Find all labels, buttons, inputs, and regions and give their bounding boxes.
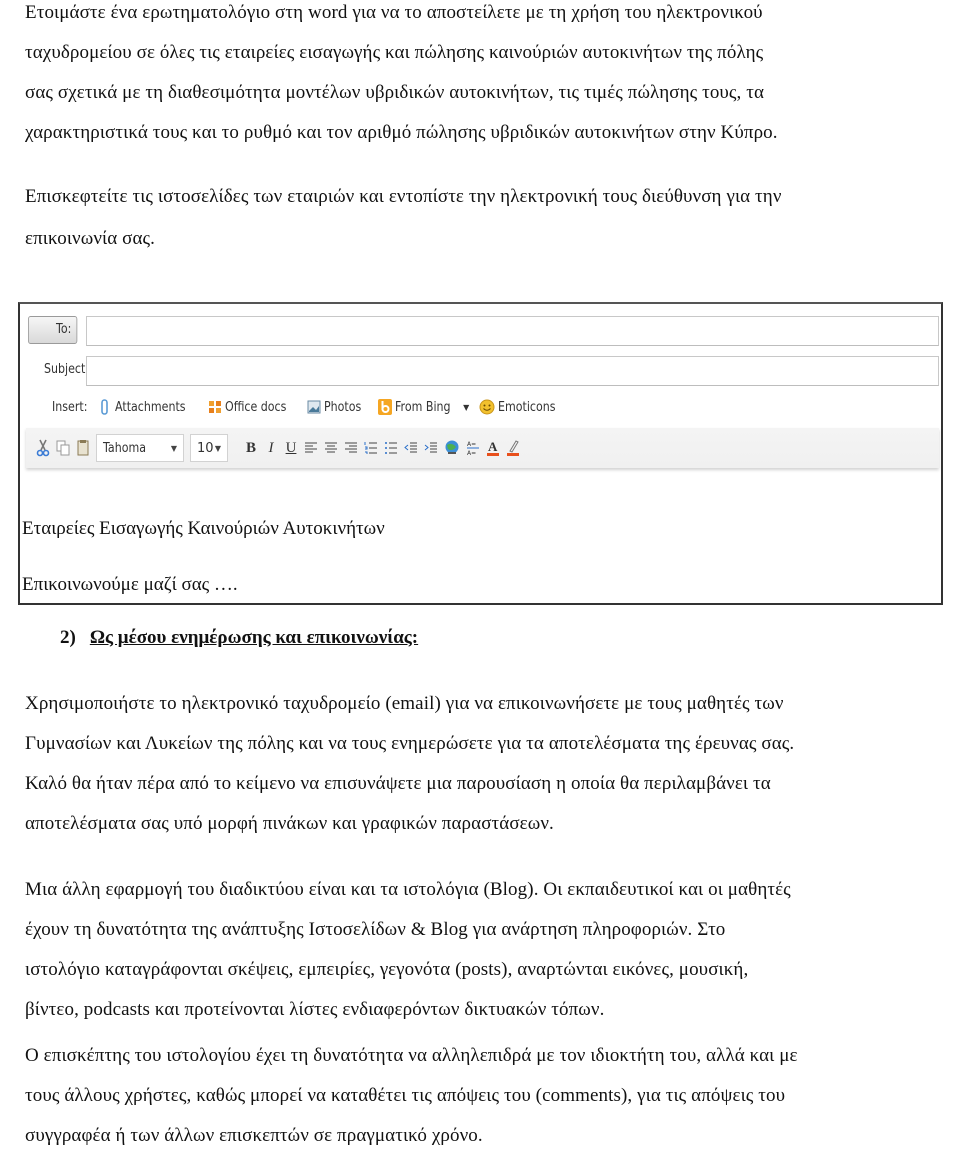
align-right-icon[interactable] <box>344 441 358 455</box>
bold-button[interactable]: B <box>244 440 258 457</box>
decrease-indent-icon[interactable] <box>404 441 418 455</box>
office-docs-icon <box>208 401 221 413</box>
insert-link-icon[interactable] <box>444 439 460 457</box>
text-line: Γυμνασίων και Λυκείων της πόλης και να τ… <box>25 733 795 754</box>
section-number: 2) <box>60 627 76 648</box>
increase-indent-icon[interactable] <box>424 441 438 455</box>
insert-label: Insert: <box>52 399 88 415</box>
text-line: ιστολόγιο καταγράφονται σκέψεις, εμπειρί… <box>25 959 749 980</box>
insert-photos-button[interactable]: Photos <box>307 399 368 415</box>
bullet-list-icon[interactable] <box>384 441 398 455</box>
insert-item-label: Emoticons <box>498 399 556 415</box>
text-line: επικοινωνία σας. <box>25 228 156 249</box>
copy-icon[interactable] <box>56 438 70 458</box>
text-line: Ο επισκέπτης του ιστολογίου έχει τη δυνα… <box>25 1045 798 1066</box>
to-field[interactable] <box>86 316 939 346</box>
text-line: αποτελέσματα σας υπό μορφή πινάκων και γ… <box>25 813 554 834</box>
align-center-icon[interactable] <box>324 441 338 455</box>
numbered-list-icon[interactable] <box>364 441 378 455</box>
text-line: βίντεο, podcasts και προτείνονται λίστες… <box>25 999 605 1020</box>
text-line: Μια άλλη εφαρμογή του διαδικτύου είναι κ… <box>25 879 791 900</box>
to-button[interactable]: To: <box>28 316 78 344</box>
insert-from-bing-button[interactable]: From Bing ▼ <box>377 399 470 415</box>
italic-button[interactable]: I <box>264 440 278 457</box>
font-color-icon[interactable]: A <box>486 439 500 457</box>
svg-text:A: A <box>488 439 498 454</box>
font-family-dropdown[interactable]: Tahoma ▼ <box>96 434 184 462</box>
text-line: ταχυδρομείου σε όλες τις εταιρείες εισαγ… <box>25 42 764 63</box>
text-line: σας σχετικά με τη διαθεσιμότητα μοντέλων… <box>25 82 765 103</box>
text-line: χαρακτηριστικά τους και το ρυθμό και τον… <box>25 122 778 143</box>
highlight-icon[interactable] <box>506 439 520 457</box>
chevron-down-icon: ▼ <box>170 443 177 453</box>
font-size-value: 10 <box>197 440 214 456</box>
paste-icon[interactable] <box>76 438 90 458</box>
emoticon-icon <box>479 399 495 415</box>
align-left-icon[interactable] <box>304 441 318 455</box>
text-line: Ετοιμάστε ένα ερωτηματολόγιο στη word γι… <box>25 2 763 23</box>
text-line: τους άλλους χρήστες, καθώς μπορεί να κατ… <box>25 1085 786 1106</box>
chevron-down-icon: ▼ <box>214 443 221 453</box>
photo-icon <box>307 400 321 414</box>
text-line: έχουν τη δυνατότητα της ανάπτυξης Ιστοσε… <box>25 919 726 940</box>
subject-field[interactable] <box>86 356 939 386</box>
insert-item-label: Office docs <box>224 399 287 415</box>
paperclip-icon <box>100 399 108 415</box>
subject-label: Subject: <box>44 362 90 377</box>
text-line: Επισκεφτείτε τις ιστοσελίδες των εταιριώ… <box>25 186 782 207</box>
underline-button[interactable]: U <box>284 440 298 457</box>
dropdown-arrow-icon: ▼ <box>463 402 470 412</box>
insert-office-docs-button[interactable]: Office docs <box>208 399 297 415</box>
font-size-dropdown[interactable]: 10 ▼ <box>190 434 228 462</box>
section-heading: 2) Ως μέσου ενημέρωσης και επικοινωνίας: <box>60 627 418 649</box>
text-line: συγγραφέα ή των άλλων επισκεπτών σε πραγ… <box>25 1125 483 1146</box>
email-body-line[interactable]: Επικοινωνούμε μαζί σας …. <box>22 574 238 596</box>
insert-item-label: Photos <box>323 399 362 415</box>
text-line: Καλό θα ήταν πέρα από το κείμενο να επισ… <box>25 773 771 794</box>
svg-text:A=: A= <box>467 450 476 456</box>
insert-item-label: From Bing <box>394 399 451 415</box>
insert-emoticons-button[interactable]: Emoticons <box>479 399 566 415</box>
cut-icon[interactable] <box>36 438 50 458</box>
text-line: Χρησιμοποιήστε το ηλεκτρονικό ταχυδρομεί… <box>25 693 784 714</box>
bing-icon <box>377 399 392 415</box>
insert-attachments-button[interactable]: Attachments <box>98 399 198 415</box>
font-family-value: Tahoma <box>103 440 146 456</box>
insert-row: Insert: Attachments Office docs Photos F… <box>52 399 566 415</box>
section-title: Ως μέσου ενημέρωσης και επικοινωνίας: <box>89 627 419 648</box>
text-direction-icon[interactable]: A= A= <box>466 440 480 456</box>
svg-text:A=: A= <box>467 441 476 448</box>
email-body-line[interactable]: Εταιρείες Εισαγωγής Καινούριών Αυτοκινήτ… <box>22 518 385 540</box>
insert-item-label: Attachments <box>114 399 186 415</box>
email-compose-window: To: Subject: Insert: Attachments Office … <box>18 302 943 605</box>
formatting-toolbar: Tahoma ▼ 10 ▼ B I U A= A= A <box>26 428 939 468</box>
